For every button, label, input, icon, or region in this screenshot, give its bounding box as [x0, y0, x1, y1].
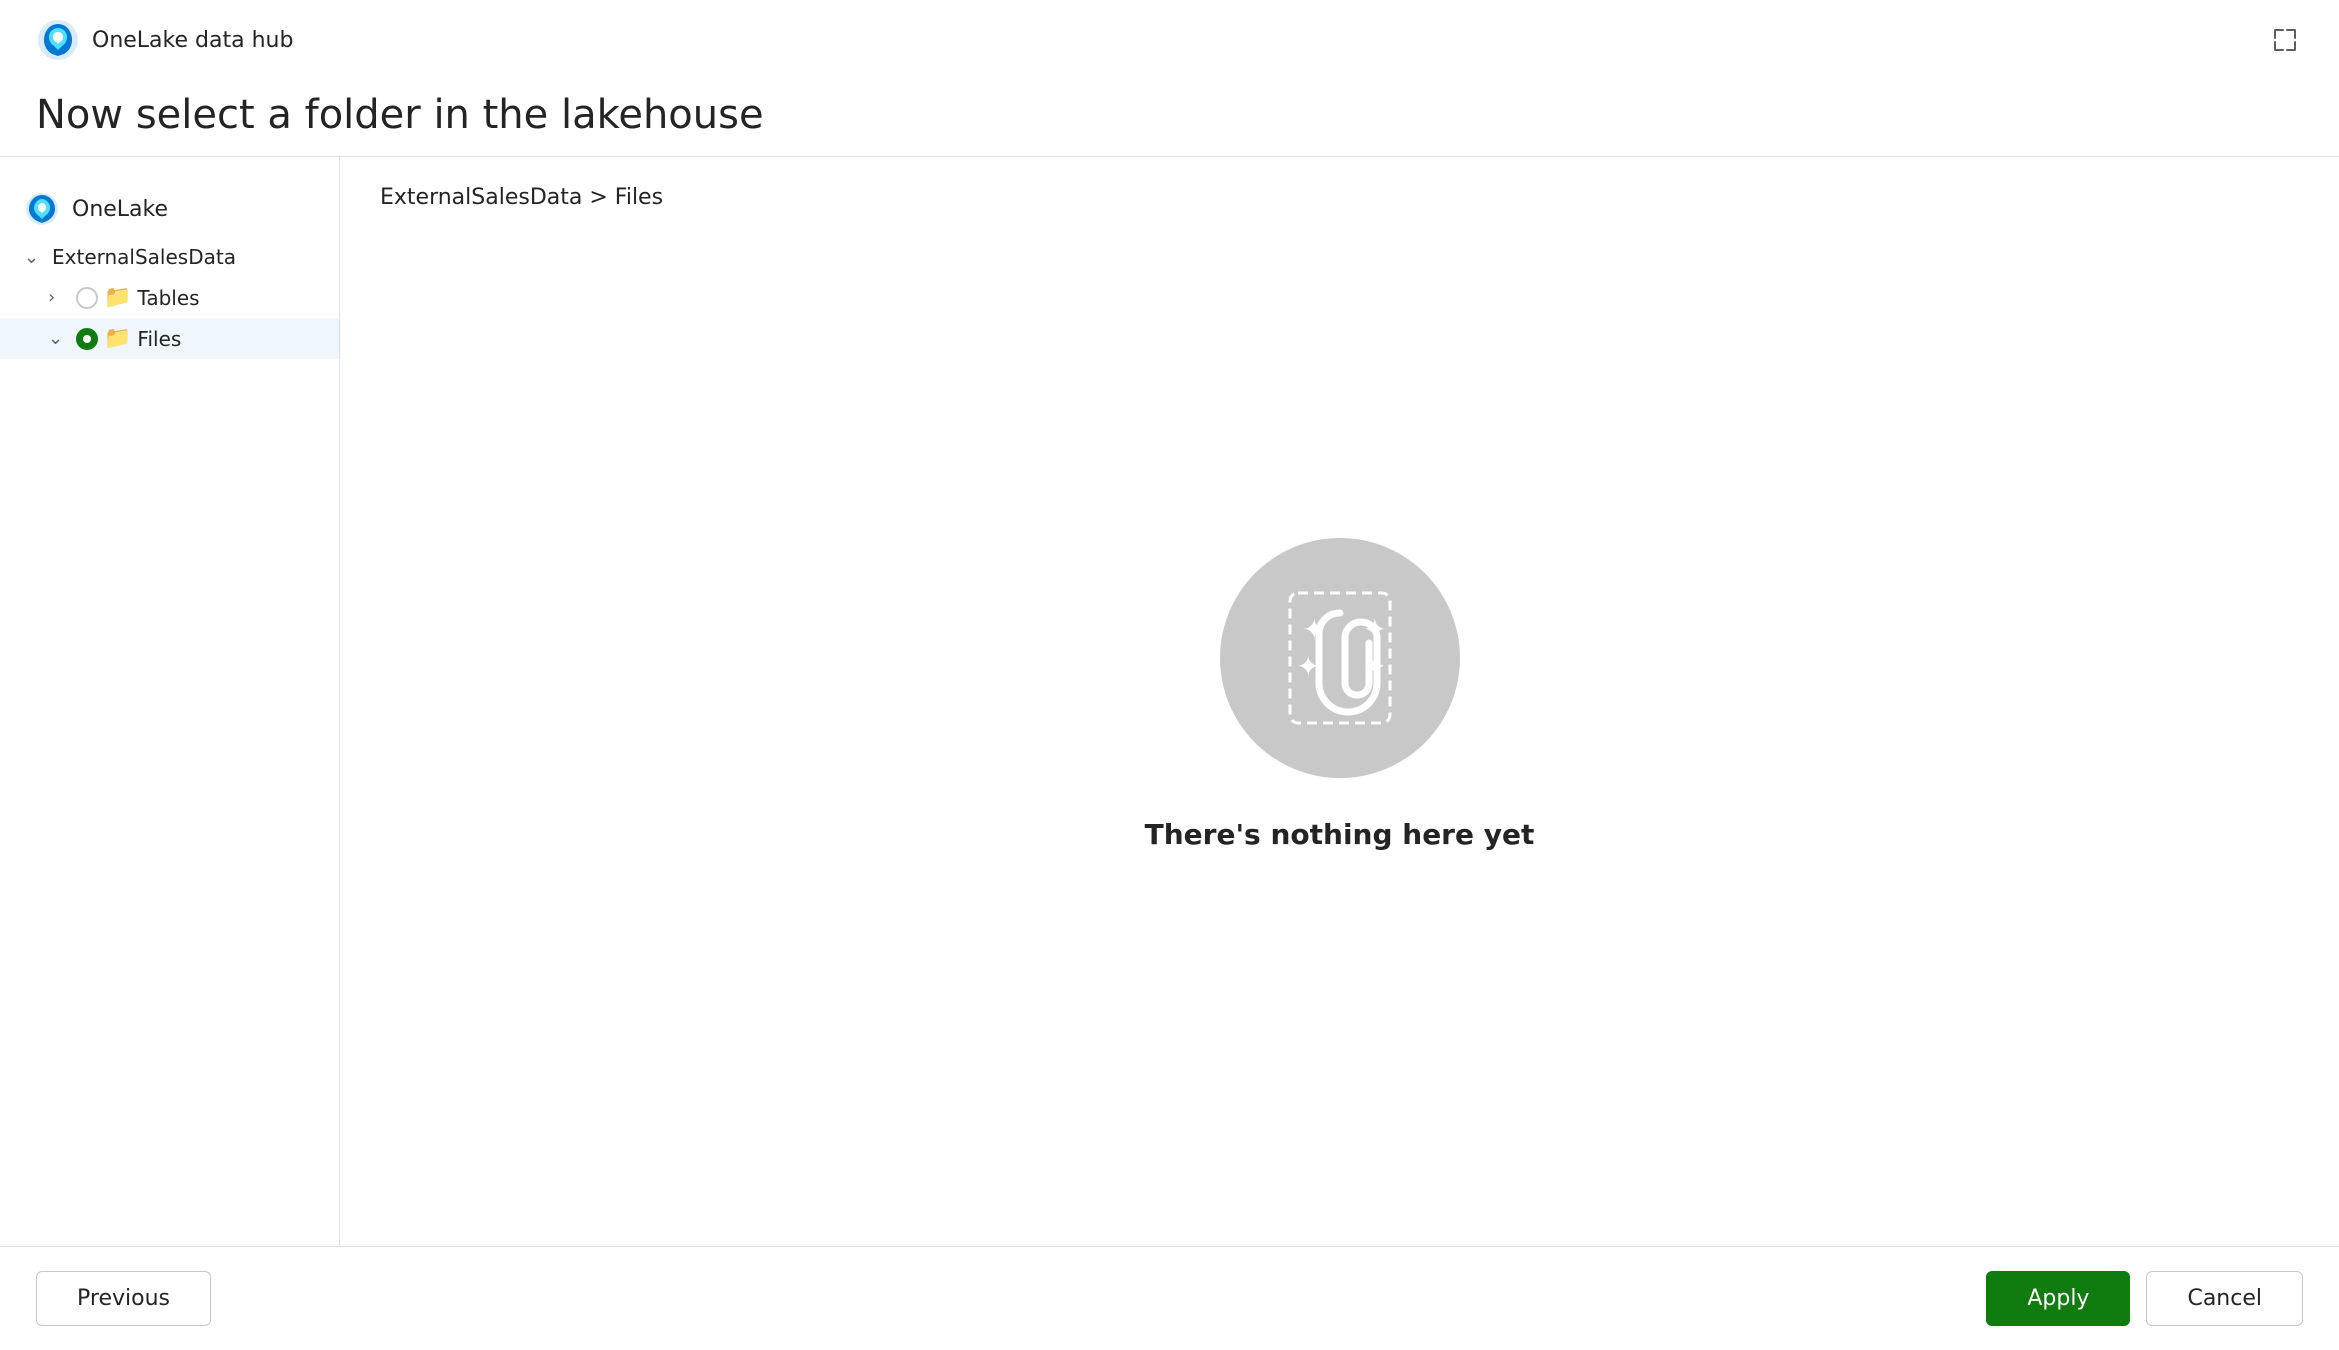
- page-title-section: Now select a folder in the lakehouse: [0, 74, 2339, 157]
- sparkle-icon-tr: ✦: [1363, 613, 1386, 646]
- files-item[interactable]: ⌄ 📁 Files: [0, 318, 339, 359]
- datasource-item[interactable]: ⌄ ExternalSalesData: [0, 237, 339, 277]
- empty-state-message: There's nothing here yet: [1145, 818, 1535, 851]
- footer-right: Apply Cancel: [1986, 1271, 2303, 1326]
- files-folder-icon: 📁: [104, 326, 131, 351]
- onelake-logo-icon: [36, 18, 80, 62]
- apply-button[interactable]: Apply: [1986, 1271, 2130, 1326]
- sparkle-icon-bl: ✦: [1297, 650, 1320, 683]
- cancel-button[interactable]: Cancel: [2146, 1271, 2303, 1326]
- empty-state-illustration: ✦ ✦ ✦ ✦: [1220, 538, 1460, 778]
- files-label: Files: [137, 327, 181, 351]
- chevron-down-icon: ⌄: [24, 247, 46, 268]
- paperclip-container: ✦ ✦ ✦ ✦: [1275, 583, 1405, 733]
- sidebar: OneLake ⌄ ExternalSalesData › 📁 Tables ⌄…: [0, 157, 340, 1246]
- sparkle-icon-tl: ✦: [1303, 613, 1326, 646]
- onelake-root-item[interactable]: OneLake: [0, 181, 339, 237]
- chevron-right-icon: ›: [48, 287, 70, 308]
- datasource-label: ExternalSalesData: [52, 245, 236, 269]
- header-left: OneLake data hub: [36, 18, 293, 62]
- sparkle-icon-br: ✦: [1363, 650, 1386, 683]
- tables-radio[interactable]: [76, 287, 98, 309]
- tables-item[interactable]: › 📁 Tables: [0, 277, 339, 318]
- main-content: OneLake ⌄ ExternalSalesData › 📁 Tables ⌄…: [0, 157, 2339, 1246]
- header: OneLake data hub: [0, 0, 2339, 74]
- empty-state: ✦ ✦ ✦ ✦ There's nothing here yet: [380, 250, 2299, 1218]
- files-chevron-down-icon: ⌄: [48, 328, 70, 349]
- app-title: OneLake data hub: [92, 28, 293, 53]
- tables-folder-icon: 📁: [104, 285, 131, 310]
- onelake-root-icon: [24, 191, 60, 227]
- expand-window-icon[interactable]: [2267, 22, 2303, 58]
- breadcrumb: ExternalSalesData > Files: [380, 185, 2299, 210]
- page-title: Now select a folder in the lakehouse: [36, 92, 2303, 138]
- tables-label: Tables: [137, 286, 199, 310]
- right-panel: ExternalSalesData > Files ✦ ✦ ✦ ✦: [340, 157, 2339, 1246]
- files-radio[interactable]: [76, 328, 98, 350]
- previous-button[interactable]: Previous: [36, 1271, 211, 1326]
- footer: Previous Apply Cancel: [0, 1246, 2339, 1350]
- onelake-root-label: OneLake: [72, 197, 168, 222]
